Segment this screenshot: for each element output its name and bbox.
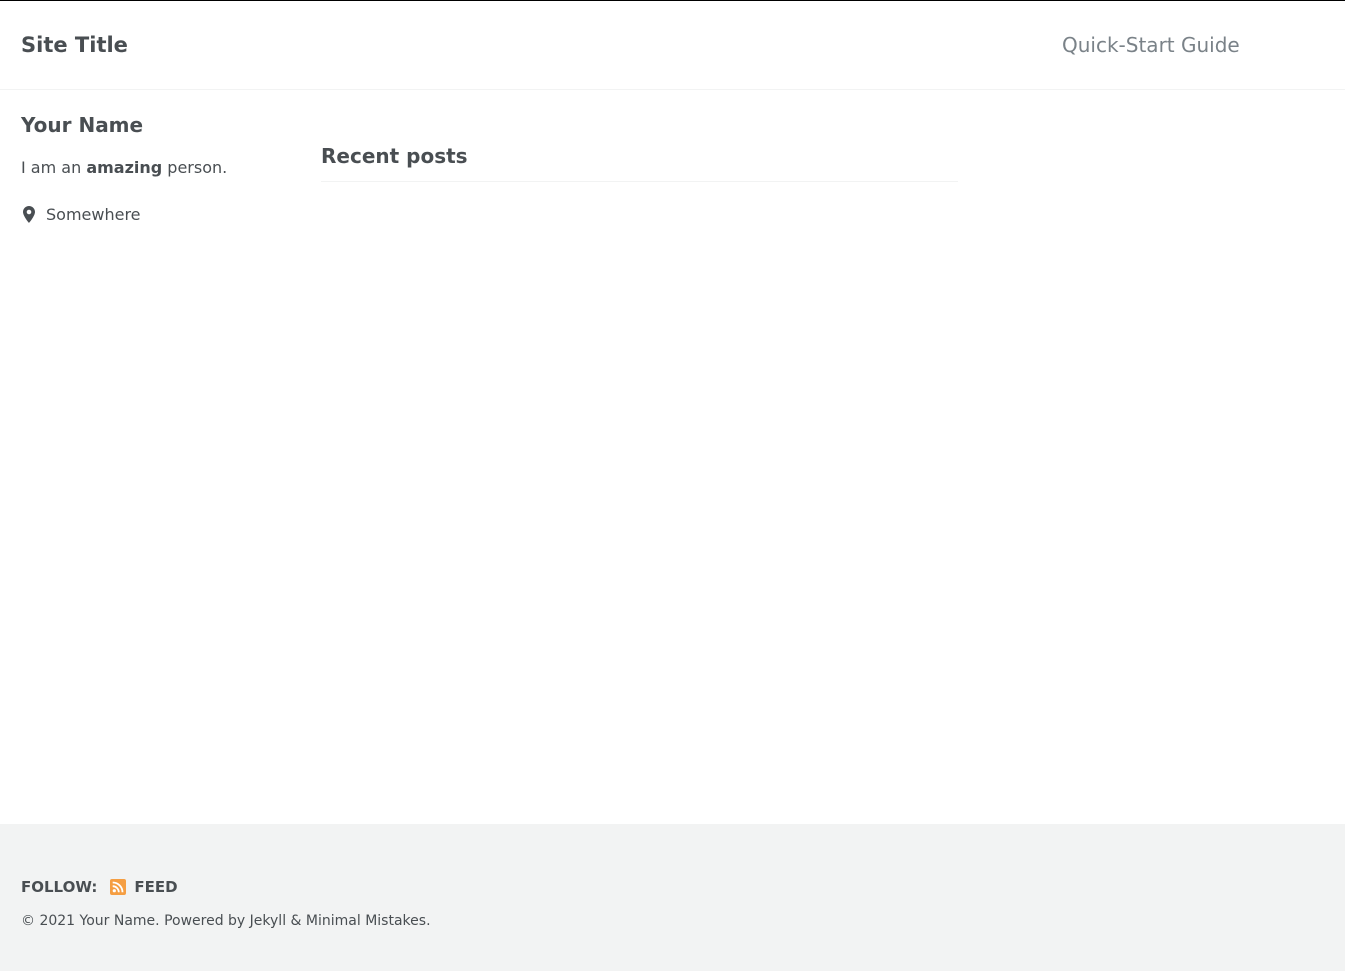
feed-link[interactable]: Feed bbox=[110, 878, 178, 896]
follow-label: Follow: bbox=[21, 878, 98, 896]
page-footer: Follow: Feed © 2021 Your Name. Powered b… bbox=[0, 824, 1345, 971]
footer-copyright: © 2021 Your Name. Powered by Jekyll & Mi… bbox=[21, 913, 431, 929]
author-location: Somewhere bbox=[21, 203, 141, 225]
author-bio: I am an amazing person. bbox=[21, 158, 227, 177]
author-name: Your Name bbox=[21, 113, 144, 137]
feed-label: Feed bbox=[134, 878, 178, 896]
rss-icon bbox=[110, 879, 127, 895]
copyright-separator: & bbox=[286, 913, 306, 929]
minimal-mistakes-link[interactable]: Minimal Mistakes bbox=[306, 913, 426, 929]
author-location-text: Somewhere bbox=[46, 204, 141, 224]
site-title-link[interactable]: Site Title bbox=[21, 33, 128, 57]
copyright-suffix: . bbox=[426, 913, 431, 929]
jekyll-link[interactable]: Jekyll bbox=[250, 913, 286, 929]
recent-posts-title: Recent posts bbox=[321, 144, 958, 182]
masthead: Site Title Quick-Start Guide bbox=[0, 1, 1345, 90]
author-bio-suffix: person. bbox=[162, 158, 228, 177]
author-bio-emphasis: amazing bbox=[86, 158, 163, 177]
copyright-prefix: © 2021 Your Name. Powered by bbox=[21, 913, 250, 929]
map-marker-icon bbox=[21, 205, 37, 223]
page: Site Title Quick-Start Guide Your Name I… bbox=[0, 0, 1345, 971]
author-bio-prefix: I am an bbox=[21, 158, 87, 177]
nav-item-quick-start-guide[interactable]: Quick-Start Guide bbox=[1062, 33, 1240, 57]
footer-follow: Follow: Feed bbox=[21, 877, 178, 897]
